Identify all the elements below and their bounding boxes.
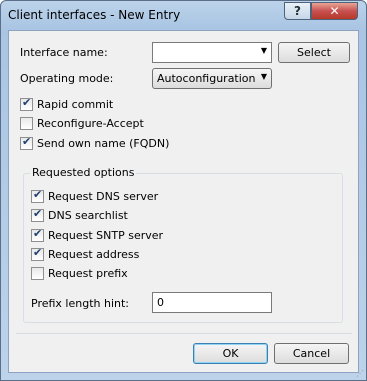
checkbox-box: ✔ xyxy=(31,227,44,242)
interface-name-label: Interface name: xyxy=(20,46,108,59)
interface-name-combo[interactable]: ▼ xyxy=(152,42,272,63)
checkbox-box: ✔ xyxy=(31,246,44,261)
checkbox-label: Reconfigure-Accept xyxy=(37,117,144,130)
reconfigure-accept-checkbox[interactable]: Reconfigure-Accept xyxy=(20,117,144,130)
checkbox-label: Request SNTP server xyxy=(48,229,164,242)
send-own-name-checkbox[interactable]: ✔ Send own name (FQDN) xyxy=(20,135,170,150)
ok-button[interactable]: OK xyxy=(193,343,268,364)
checkbox-label: Request DNS server xyxy=(48,190,159,203)
window-title: Client interfaces - New Entry xyxy=(8,8,181,22)
operating-mode-value: Autoconfiguration xyxy=(157,72,256,85)
help-button[interactable]: ? xyxy=(284,2,311,20)
requested-options-group: Requested options ✔ Request DNS server ✔… xyxy=(23,166,343,323)
request-prefix-checkbox[interactable]: Request prefix xyxy=(31,267,128,280)
checkbox-box xyxy=(31,267,44,280)
checkbox-label: Rapid commit xyxy=(37,98,114,111)
checkbox-label: Request prefix xyxy=(48,267,128,280)
size-grip-icon[interactable]: ⋰ xyxy=(356,369,364,378)
checkbox-label: DNS searchlist xyxy=(48,209,128,222)
select-button[interactable]: Select xyxy=(278,42,350,63)
checkmark-icon: ✔ xyxy=(22,135,32,148)
help-icon: ? xyxy=(294,4,301,18)
checkbox-box xyxy=(20,117,33,130)
checkbox-box: ✔ xyxy=(20,135,33,150)
close-button[interactable]: ✕ xyxy=(311,2,358,20)
cancel-button[interactable]: Cancel xyxy=(274,343,349,364)
checkmark-icon: ✔ xyxy=(33,207,43,220)
dns-searchlist-checkbox[interactable]: ✔ DNS searchlist xyxy=(31,207,128,222)
checkbox-box: ✔ xyxy=(20,96,33,111)
checkmark-icon: ✔ xyxy=(33,246,43,259)
checkmark-icon: ✔ xyxy=(33,188,43,201)
close-icon: ✕ xyxy=(329,4,340,18)
prefix-length-hint-label: Prefix length hint: xyxy=(31,297,130,310)
checkbox-box: ✔ xyxy=(31,188,44,203)
checkbox-box: ✔ xyxy=(31,207,44,222)
select-button-label: Select xyxy=(297,46,331,59)
prefix-length-hint-value: 0 xyxy=(157,296,164,309)
operating-mode-select[interactable]: Autoconfiguration ▼ xyxy=(152,68,272,89)
rapid-commit-checkbox[interactable]: ✔ Rapid commit xyxy=(20,96,114,111)
chevron-down-icon: ▼ xyxy=(260,46,267,55)
checkmark-icon: ✔ xyxy=(22,96,32,109)
request-dns-server-checkbox[interactable]: ✔ Request DNS server xyxy=(31,188,159,203)
checkbox-label: Send own name (FQDN) xyxy=(37,137,170,150)
prefix-length-hint-input[interactable]: 0 xyxy=(152,292,272,313)
group-title: Requested options xyxy=(30,166,137,179)
title-bar[interactable]: Client interfaces - New Entry ? ✕ xyxy=(1,1,366,29)
request-address-checkbox[interactable]: ✔ Request address xyxy=(31,246,140,261)
separator xyxy=(16,333,352,334)
cancel-button-label: Cancel xyxy=(292,347,331,360)
request-sntp-server-checkbox[interactable]: ✔ Request SNTP server xyxy=(31,227,164,242)
dialog-window: Client interfaces - New Entry ? ✕ Interf… xyxy=(0,0,367,381)
dialog-body: Interface name: ▼ Select Operating mode:… xyxy=(8,30,359,373)
checkmark-icon: ✔ xyxy=(33,227,43,240)
ok-button-label: OK xyxy=(222,347,239,360)
operating-mode-label: Operating mode: xyxy=(20,72,114,85)
checkbox-label: Request address xyxy=(48,248,140,261)
chevron-down-icon: ▼ xyxy=(260,72,267,81)
